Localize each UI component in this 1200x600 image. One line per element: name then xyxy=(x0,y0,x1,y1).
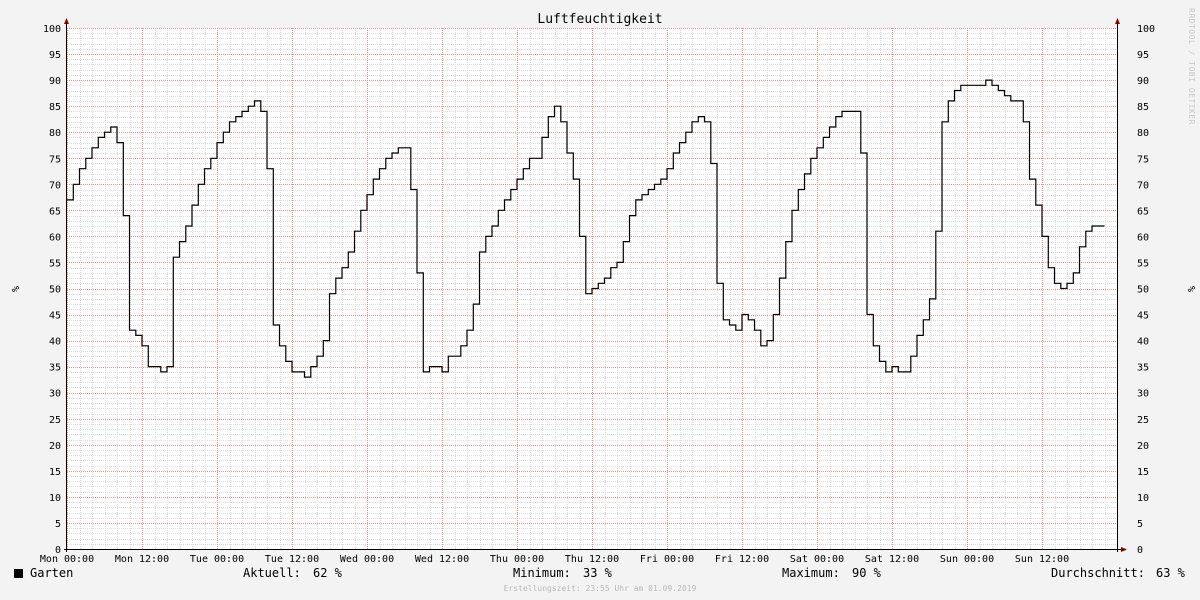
x-tick-label: Fri 12:00 xyxy=(715,554,769,565)
y-tick-label-right: 85 xyxy=(1137,102,1149,113)
legend-maximum-value: 90 % xyxy=(852,566,881,580)
legend-aktuell-label: Aktuell: xyxy=(243,566,301,580)
y-tick-label-right: 25 xyxy=(1137,415,1149,426)
y-tick-label-right: 90 xyxy=(1137,76,1149,87)
y-axis-label-right: % xyxy=(1185,286,1196,292)
y-tick-label-right: 15 xyxy=(1137,467,1149,478)
y-tick-label-left: 50 xyxy=(49,285,61,296)
chart-root: 0 0 5 5 10 10 15 15 20 20 25 25 30 30 35 35 40 40 45 45 50 50… xyxy=(0,0,1200,600)
legend-average-value: 63 % xyxy=(1156,566,1185,580)
legend-swatch xyxy=(14,569,23,578)
y-tick-label-left: 45 xyxy=(49,311,61,322)
y-tick-label-left: 70 xyxy=(49,180,61,191)
y-tick-label-right: 95 xyxy=(1137,50,1149,61)
footer-timestamp: Erstellungszeit: 23:55 Uhr am 01.09.2019 xyxy=(503,584,697,593)
legend: Garten Aktuell: 62 % Minimum: 33 % Maxim… xyxy=(0,566,1200,584)
x-tick-label: Thu 12:00 xyxy=(565,554,619,565)
y-tick-label-left: 75 xyxy=(49,154,61,165)
y-tick-label-right: 80 xyxy=(1137,128,1149,139)
y-tick-label-right: 30 xyxy=(1137,389,1149,400)
x-tick-label: Sat 00:00 xyxy=(790,554,844,565)
y-tick-label-left: 25 xyxy=(49,415,61,426)
y-tick-label-right: 10 xyxy=(1137,493,1149,504)
y-tick-label-left: 80 xyxy=(49,128,61,139)
y-tick-label-left: 35 xyxy=(49,363,61,374)
y-tick-label-right: 50 xyxy=(1137,285,1149,296)
line-chart: 0 05 510 1015 1520 2025 2530 3035 3540 4045 4550 50… xyxy=(9,12,1196,565)
legend-minimum-label: Minimum: xyxy=(513,566,571,580)
x-tick-label: Fri 00:00 xyxy=(640,554,694,565)
y-tick-label-left: 20 xyxy=(49,441,61,452)
x-tick-label: Sun 12:00 xyxy=(1015,554,1069,565)
x-tick-label: Mon 12:00 xyxy=(115,554,169,565)
y-tick-label-right: 45 xyxy=(1137,311,1149,322)
x-tick-label: Thu 00:00 xyxy=(490,554,544,565)
y-tick-label-right: 20 xyxy=(1137,441,1149,452)
legend-aktuell-value: 62 % xyxy=(313,566,342,580)
x-tick-label: Wed 00:00 xyxy=(340,554,394,565)
y-tick-label-left: 40 xyxy=(49,337,61,348)
x-tick-label: Sat 12:00 xyxy=(865,554,919,565)
y-tick-label-left: 5 xyxy=(55,519,61,530)
y-tick-label-right: 40 xyxy=(1137,337,1149,348)
chart-title: Luftfeuchtigkeit xyxy=(537,12,662,27)
y-tick-label-left: 10 xyxy=(49,493,61,504)
x-tick-label: Wed 12:00 xyxy=(415,554,469,565)
x-tick-label: Sun 00:00 xyxy=(940,554,994,565)
x-tick-label: Tue 12:00 xyxy=(265,554,319,565)
y-tick-label-left: 60 xyxy=(49,232,61,243)
y-tick-label-right: 35 xyxy=(1137,363,1149,374)
x-tick-label: Mon 00:00 xyxy=(40,554,94,565)
y-tick-label-left: 90 xyxy=(49,76,61,87)
y-tick-label-left: 100 xyxy=(43,24,61,35)
y-tick-label-right: 65 xyxy=(1137,206,1149,217)
legend-series-name: Garten xyxy=(30,566,74,580)
y-tick-label-right: 60 xyxy=(1137,232,1149,243)
x-axis-arrow xyxy=(1121,547,1127,552)
y-tick-label-right: 75 xyxy=(1137,154,1149,165)
y-tick-label-right: 70 xyxy=(1137,180,1149,191)
y-tick-label-right: 100 xyxy=(1137,24,1155,35)
y-tick-label-right: 5 xyxy=(1137,519,1143,530)
y-tick-label-right: 55 xyxy=(1137,258,1149,269)
y-axis-arrow-right xyxy=(1115,18,1120,24)
watermark: RRDTOOL / TOBI OETIKER xyxy=(1187,8,1196,125)
y-tick-label-left: 55 xyxy=(49,258,61,269)
y-tick-label-left: 85 xyxy=(49,102,61,113)
y-tick-label-left: 30 xyxy=(49,389,61,400)
y-tick-label-right: 0 xyxy=(1137,545,1143,556)
legend-maximum-label: Maximum: xyxy=(782,566,840,580)
y-axis-arrow-left xyxy=(64,18,69,24)
y-axis-label-left: % xyxy=(9,286,20,292)
x-tick-label: Tue 00:00 xyxy=(190,554,244,565)
y-tick-label-left: 95 xyxy=(49,50,61,61)
legend-minimum-value: 33 % xyxy=(583,566,612,580)
y-tick-label-left: 15 xyxy=(49,467,61,478)
y-tick-label-left: 65 xyxy=(49,206,61,217)
legend-average-label: Durchschnitt: xyxy=(1051,566,1145,580)
